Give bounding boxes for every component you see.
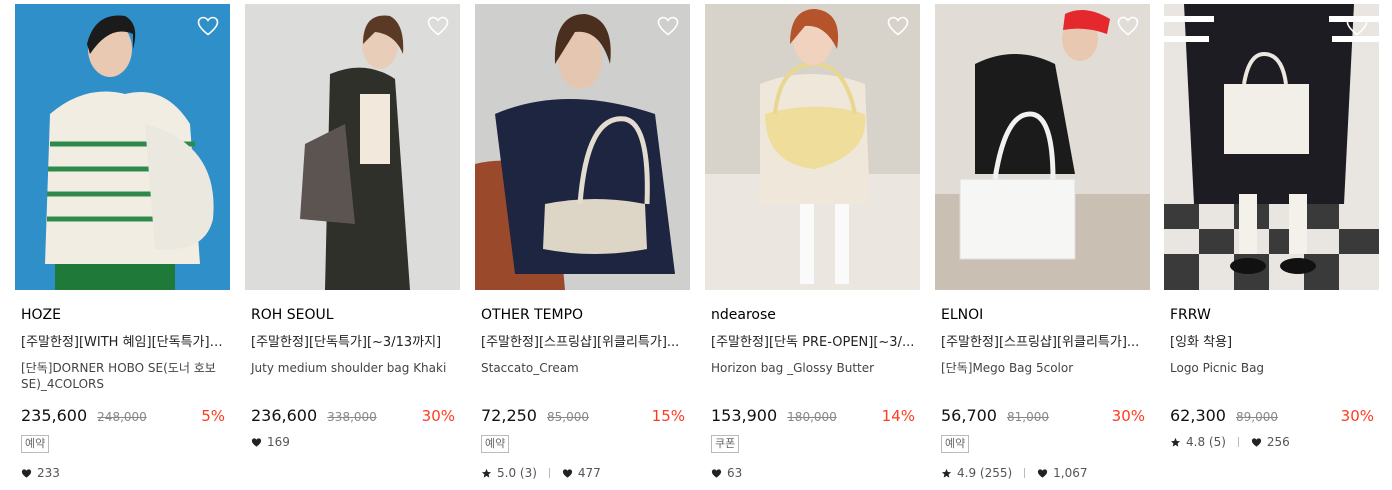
heart-icon: [562, 468, 573, 479]
coupon-badge: 쿠폰: [711, 435, 740, 453]
product-subtitle[interactable]: [단독]DORNER HOBO SE(도너 호보 SE)_4COLORS: [21, 360, 226, 392]
divider: [1237, 437, 1239, 447]
product-title[interactable]: [주말한정][단독 PRE-OPEN][~3/...: [711, 334, 916, 352]
wishlist-heart-icon[interactable]: [1345, 14, 1369, 38]
price-row: 56,700 81,000 30%: [941, 406, 1145, 425]
product-title[interactable]: [주말한정][단독특가][~3/13까지]: [251, 334, 456, 352]
original-price: 85,000: [546, 410, 589, 424]
price-row: 62,300 89,000 30%: [1170, 406, 1374, 425]
product-image[interactable]: [245, 4, 460, 290]
original-price: 248,000: [97, 410, 147, 424]
price-row: 236,600 338,000 30%: [251, 406, 455, 425]
product-card[interactable]: ELNOI [주말한정][스프링샵][위클리특가]... [단독]Mego Ba…: [935, 4, 1150, 490]
product-stats: 63: [711, 466, 742, 480]
product-grid: HOZE [주말한정][WITH 혜임][단독특가][... [단독]DORNE…: [0, 0, 1392, 490]
sale-price: 56,700: [941, 406, 997, 425]
sale-price: 72,250: [481, 406, 537, 425]
product-stats: 233: [21, 466, 60, 480]
discount-rate: 15%: [651, 407, 685, 425]
discount-rate: 30%: [421, 407, 455, 425]
product-subtitle[interactable]: Staccato_Cream: [481, 360, 686, 376]
price-row: 235,600 248,000 5%: [21, 406, 225, 425]
heart-icon: [21, 468, 32, 479]
status-badge: 예약: [481, 435, 510, 453]
wishlist-heart-icon[interactable]: [196, 14, 220, 38]
product-stats: 5.0 (3) 477: [481, 466, 601, 480]
star-icon: [1170, 437, 1181, 448]
product-card[interactable]: HOZE [주말한정][WITH 혜임][단독특가][... [단독]DORNE…: [15, 4, 230, 490]
star-icon: [481, 468, 492, 479]
heart-icon: [1251, 437, 1262, 448]
product-title[interactable]: [주말한정][스프링샵][위클리특가]...: [941, 334, 1146, 352]
product-card[interactable]: ndearose [주말한정][단독 PRE-OPEN][~3/... Hori…: [705, 4, 920, 490]
like-count: 1,067: [1053, 466, 1088, 480]
price-row: 72,250 85,000 15%: [481, 406, 685, 425]
divider: [548, 468, 550, 478]
sale-price: 236,600: [251, 406, 318, 425]
wishlist-heart-icon[interactable]: [886, 14, 910, 38]
like-count: 233: [37, 466, 60, 480]
product-image[interactable]: [475, 4, 690, 290]
wishlist-heart-icon[interactable]: [426, 14, 450, 38]
like-count: 169: [267, 435, 290, 449]
brand-name[interactable]: FRRW: [1170, 306, 1375, 324]
divider: [1024, 468, 1026, 478]
product-subtitle[interactable]: [단독]Mego Bag 5color: [941, 360, 1146, 376]
product-stats: 4.9 (255) 1,067: [941, 466, 1088, 480]
original-price: 180,000: [787, 410, 837, 424]
status-badge: 예약: [21, 435, 50, 453]
product-image[interactable]: [1164, 4, 1379, 290]
heart-icon: [1037, 468, 1048, 479]
product-card[interactable]: FRRW [잉화 착용] Logo Picnic Bag 62,300 89,0…: [1164, 4, 1379, 490]
like-count: 63: [727, 466, 743, 480]
wishlist-heart-icon[interactable]: [656, 14, 680, 38]
product-title[interactable]: [주말한정][스프링샵][위클리특가]...: [481, 334, 686, 352]
sale-price: 153,900: [711, 406, 778, 425]
discount-rate: 30%: [1111, 407, 1145, 425]
product-image[interactable]: [935, 4, 1150, 290]
sale-price: 235,600: [21, 406, 88, 425]
rating: 5.0 (3): [497, 466, 537, 480]
product-stats: 169: [251, 435, 290, 449]
heart-icon: [251, 437, 262, 448]
brand-name[interactable]: ROH SEOUL: [251, 306, 456, 324]
product-stats: 4.8 (5) 256: [1170, 435, 1290, 449]
star-icon: [941, 468, 952, 479]
sale-price: 62,300: [1170, 406, 1226, 425]
heart-icon: [711, 468, 722, 479]
product-card[interactable]: ROH SEOUL [주말한정][단독특가][~3/13까지] Juty med…: [245, 4, 460, 490]
product-card[interactable]: OTHER TEMPO [주말한정][스프링샵][위클리특가]... Stacc…: [475, 4, 690, 490]
original-price: 338,000: [327, 410, 377, 424]
product-subtitle[interactable]: Logo Picnic Bag: [1170, 360, 1375, 376]
rating: 4.8 (5): [1186, 435, 1226, 449]
status-badge: 예약: [941, 435, 970, 453]
original-price: 89,000: [1235, 410, 1278, 424]
wishlist-heart-icon[interactable]: [1116, 14, 1140, 38]
rating: 4.9 (255): [957, 466, 1013, 480]
product-image[interactable]: [705, 4, 920, 290]
product-subtitle[interactable]: Juty medium shoulder bag Khaki: [251, 360, 456, 376]
brand-name[interactable]: OTHER TEMPO: [481, 306, 686, 324]
product-title[interactable]: [잉화 착용]: [1170, 334, 1375, 352]
discount-rate: 5%: [201, 407, 225, 425]
like-count: 256: [1266, 435, 1290, 449]
discount-rate: 14%: [881, 407, 915, 425]
discount-rate: 30%: [1340, 407, 1374, 425]
brand-name[interactable]: ndearose: [711, 306, 916, 324]
like-count: 477: [577, 466, 601, 480]
original-price: 81,000: [1006, 410, 1049, 424]
brand-name[interactable]: ELNOI: [941, 306, 1146, 324]
product-image[interactable]: [15, 4, 230, 290]
product-title[interactable]: [주말한정][WITH 혜임][단독특가][...: [21, 334, 226, 352]
brand-name[interactable]: HOZE: [21, 306, 226, 324]
product-subtitle[interactable]: Horizon bag _Glossy Butter: [711, 360, 916, 376]
price-row: 153,900 180,000 14%: [711, 406, 915, 425]
